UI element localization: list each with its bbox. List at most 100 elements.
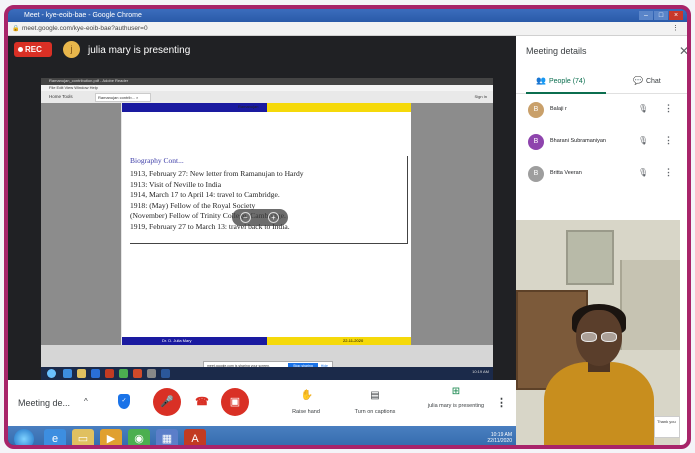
shared-taskbar-time: 10:19 AM [472, 369, 489, 374]
participant-name: Bharani Subramaniyan [550, 138, 606, 144]
presenting-label[interactable]: julia mary is presenting [426, 402, 486, 410]
panel-tabs: 👥 People (74) 💬 Chat [516, 70, 687, 94]
meeting-details-button[interactable]: Meeting de... [18, 398, 70, 408]
window-controls: – □ × [639, 11, 683, 20]
more-options-icon[interactable]: ⋮ [664, 167, 673, 178]
pdf-reader-icon[interactable]: A [184, 429, 206, 445]
windows-taskbar: e ▭ ▶ ◉ ▦ A 10:19 AM 22/11/2020 [8, 426, 516, 445]
avatar: B [528, 166, 544, 182]
shared-pdf-icon [105, 369, 114, 378]
panel-title: Meeting details [526, 46, 587, 56]
people-icon: 👥 [536, 76, 546, 85]
slide-footer-author: Dr. D. Julia Mary [122, 337, 267, 345]
shared-word-icon [161, 369, 170, 378]
chevron-up-icon[interactable]: ^ [84, 397, 88, 406]
raise-hand-label[interactable]: Raise hand [276, 409, 336, 415]
mic-toggle-button[interactable]: 🎤 [153, 388, 181, 416]
lock-icon: 🔒 [12, 26, 20, 32]
viewer-margin-left [41, 103, 121, 345]
browser-menu-icon[interactable]: ⋮ [672, 24, 679, 32]
zoom-controls: − + [232, 209, 288, 226]
participant-name: Balaji r [550, 106, 567, 112]
recording-badge: REC [14, 42, 52, 57]
more-options-icon[interactable]: ⋮ [496, 396, 507, 409]
present-icon[interactable]: ⊞ [441, 386, 471, 397]
close-icon[interactable]: ✕ [679, 44, 687, 58]
rec-label: REC [25, 45, 42, 54]
slide-header-text: Ramanujan [238, 104, 259, 109]
biography-line: 1913: Visit of Neville to India [130, 179, 222, 189]
tab-people-label: People (74) [548, 78, 586, 85]
address-bar[interactable]: 🔒 meet.google.com/kye-eoib-bae?authuser=… [8, 22, 687, 36]
captions-label[interactable]: Turn on captions [338, 409, 412, 415]
shared-toolbar: Home Tools Ramanujan contrib... × Sign I… [41, 91, 493, 103]
zoom-in-icon: + [268, 212, 279, 223]
camera-person-glasses [579, 332, 619, 342]
shared-ie-icon [63, 369, 72, 378]
slide-header-yellow [267, 103, 411, 112]
ie-icon[interactable]: e [44, 429, 66, 445]
leave-call-button[interactable]: ☎ [188, 388, 216, 416]
viewer-margin-right [411, 103, 493, 345]
start-button[interactable] [14, 429, 34, 445]
biography-line: 1913, February 27: New letter from Raman… [130, 169, 304, 178]
participant-row[interactable]: B Balaji r 🎙 ⋮ [516, 96, 687, 126]
panel-scrollbar[interactable] [690, 186, 691, 218]
tab-chat[interactable]: 💬 Chat [623, 70, 683, 94]
biography-block: Biography Cont... 1913, February 27: New… [130, 156, 408, 244]
shared-window-title: Ramanujan_contribution.pdf - Adobe Reade… [41, 78, 493, 85]
camera-person-body [544, 362, 654, 445]
shared-start-icon [47, 369, 56, 378]
shared-chrome-icon [119, 369, 128, 378]
pdf-viewer: Ramanujan Biography Cont... 1913, Februa… [41, 103, 493, 371]
app-icon[interactable]: ▦ [156, 429, 178, 445]
browser-title-bar: Meet - kye-eoib-bae - Google Chrome – □ … [8, 9, 687, 22]
presenter-avatar: j [63, 41, 80, 58]
browser-title: Meet - kye-eoib-bae - Google Chrome [24, 12, 142, 19]
zoom-out-icon: − [240, 212, 251, 223]
shared-ppt-icon [133, 369, 142, 378]
shared-doc-tab: Ramanujan contrib... × [95, 93, 151, 102]
media-player-icon[interactable]: ▶ [100, 429, 122, 445]
chrome-icon[interactable]: ◉ [128, 429, 150, 445]
chat-toast[interactable]: Thank you [654, 416, 680, 438]
taskbar-clock: 10:19 AM 22/11/2020 [487, 432, 512, 444]
slide-page: Ramanujan Biography Cont... 1913, Februa… [122, 103, 411, 345]
mic-off-icon[interactable]: 🎙 [638, 168, 648, 177]
shield-icon[interactable]: ✓ [118, 394, 130, 409]
chat-toast-text: Thank you [657, 419, 676, 424]
shared-app-icon [91, 369, 100, 378]
captions-icon[interactable]: ▤ [360, 390, 390, 401]
minimize-button[interactable]: – [639, 11, 653, 20]
avatar: B [528, 102, 544, 118]
mic-off-icon[interactable]: 🎙 [638, 104, 648, 113]
more-options-icon[interactable]: ⋮ [664, 135, 673, 146]
camera-toggle-button[interactable]: ▣ [221, 388, 249, 416]
shared-tabs-label: Home Tools [49, 94, 73, 99]
tab-chat-label: Chat [645, 78, 661, 85]
shared-taskbar: 10:19 AM [41, 367, 493, 381]
participant-name: Britta Veeran [550, 170, 582, 176]
meet-control-bar: Meeting de... ^ ✓ 🎤 ☎ ▣ ✋ Raise hand ▤ T… [8, 380, 516, 426]
close-window-button[interactable]: × [669, 11, 683, 20]
more-options-icon[interactable]: ⋮ [664, 103, 673, 114]
biography-title: Biography Cont... [130, 156, 184, 165]
camera-background-window [566, 230, 614, 285]
slide-footer-date: 22-11-2020 [267, 337, 411, 345]
meeting-details-panel: Meeting details ✕ 👥 People (74) 💬 Chat B B… [516, 36, 691, 445]
presentation-stage: REC j julia mary is presenting Ramanujan… [8, 36, 516, 381]
shared-screen: Ramanujan_contribution.pdf - Adobe Reade… [41, 78, 493, 381]
folder-icon[interactable]: ▭ [72, 429, 94, 445]
maximize-button[interactable]: □ [654, 11, 668, 20]
record-dot-icon [18, 47, 23, 52]
raise-hand-icon[interactable]: ✋ [292, 390, 322, 401]
tab-people[interactable]: 👥 People (74) [526, 70, 606, 94]
screenshot-frame: Meet - kye-eoib-bae - Google Chrome – □ … [4, 5, 691, 449]
biography-line: 1914, March 17 to April 14: travel to Ca… [130, 190, 280, 199]
participant-row[interactable]: B Bharani Subramaniyan 🎙 ⋮ [516, 128, 687, 158]
shared-sign-in: Sign In [474, 94, 487, 99]
participant-row[interactable]: B Britta Veeran 🎙 ⋮ [516, 160, 687, 190]
mic-off-icon[interactable]: 🎙 [638, 136, 648, 145]
presenter-label: julia mary is presenting [88, 45, 191, 56]
url-text[interactable]: meet.google.com/kye-eoib-bae?authuser=0 [22, 25, 148, 32]
